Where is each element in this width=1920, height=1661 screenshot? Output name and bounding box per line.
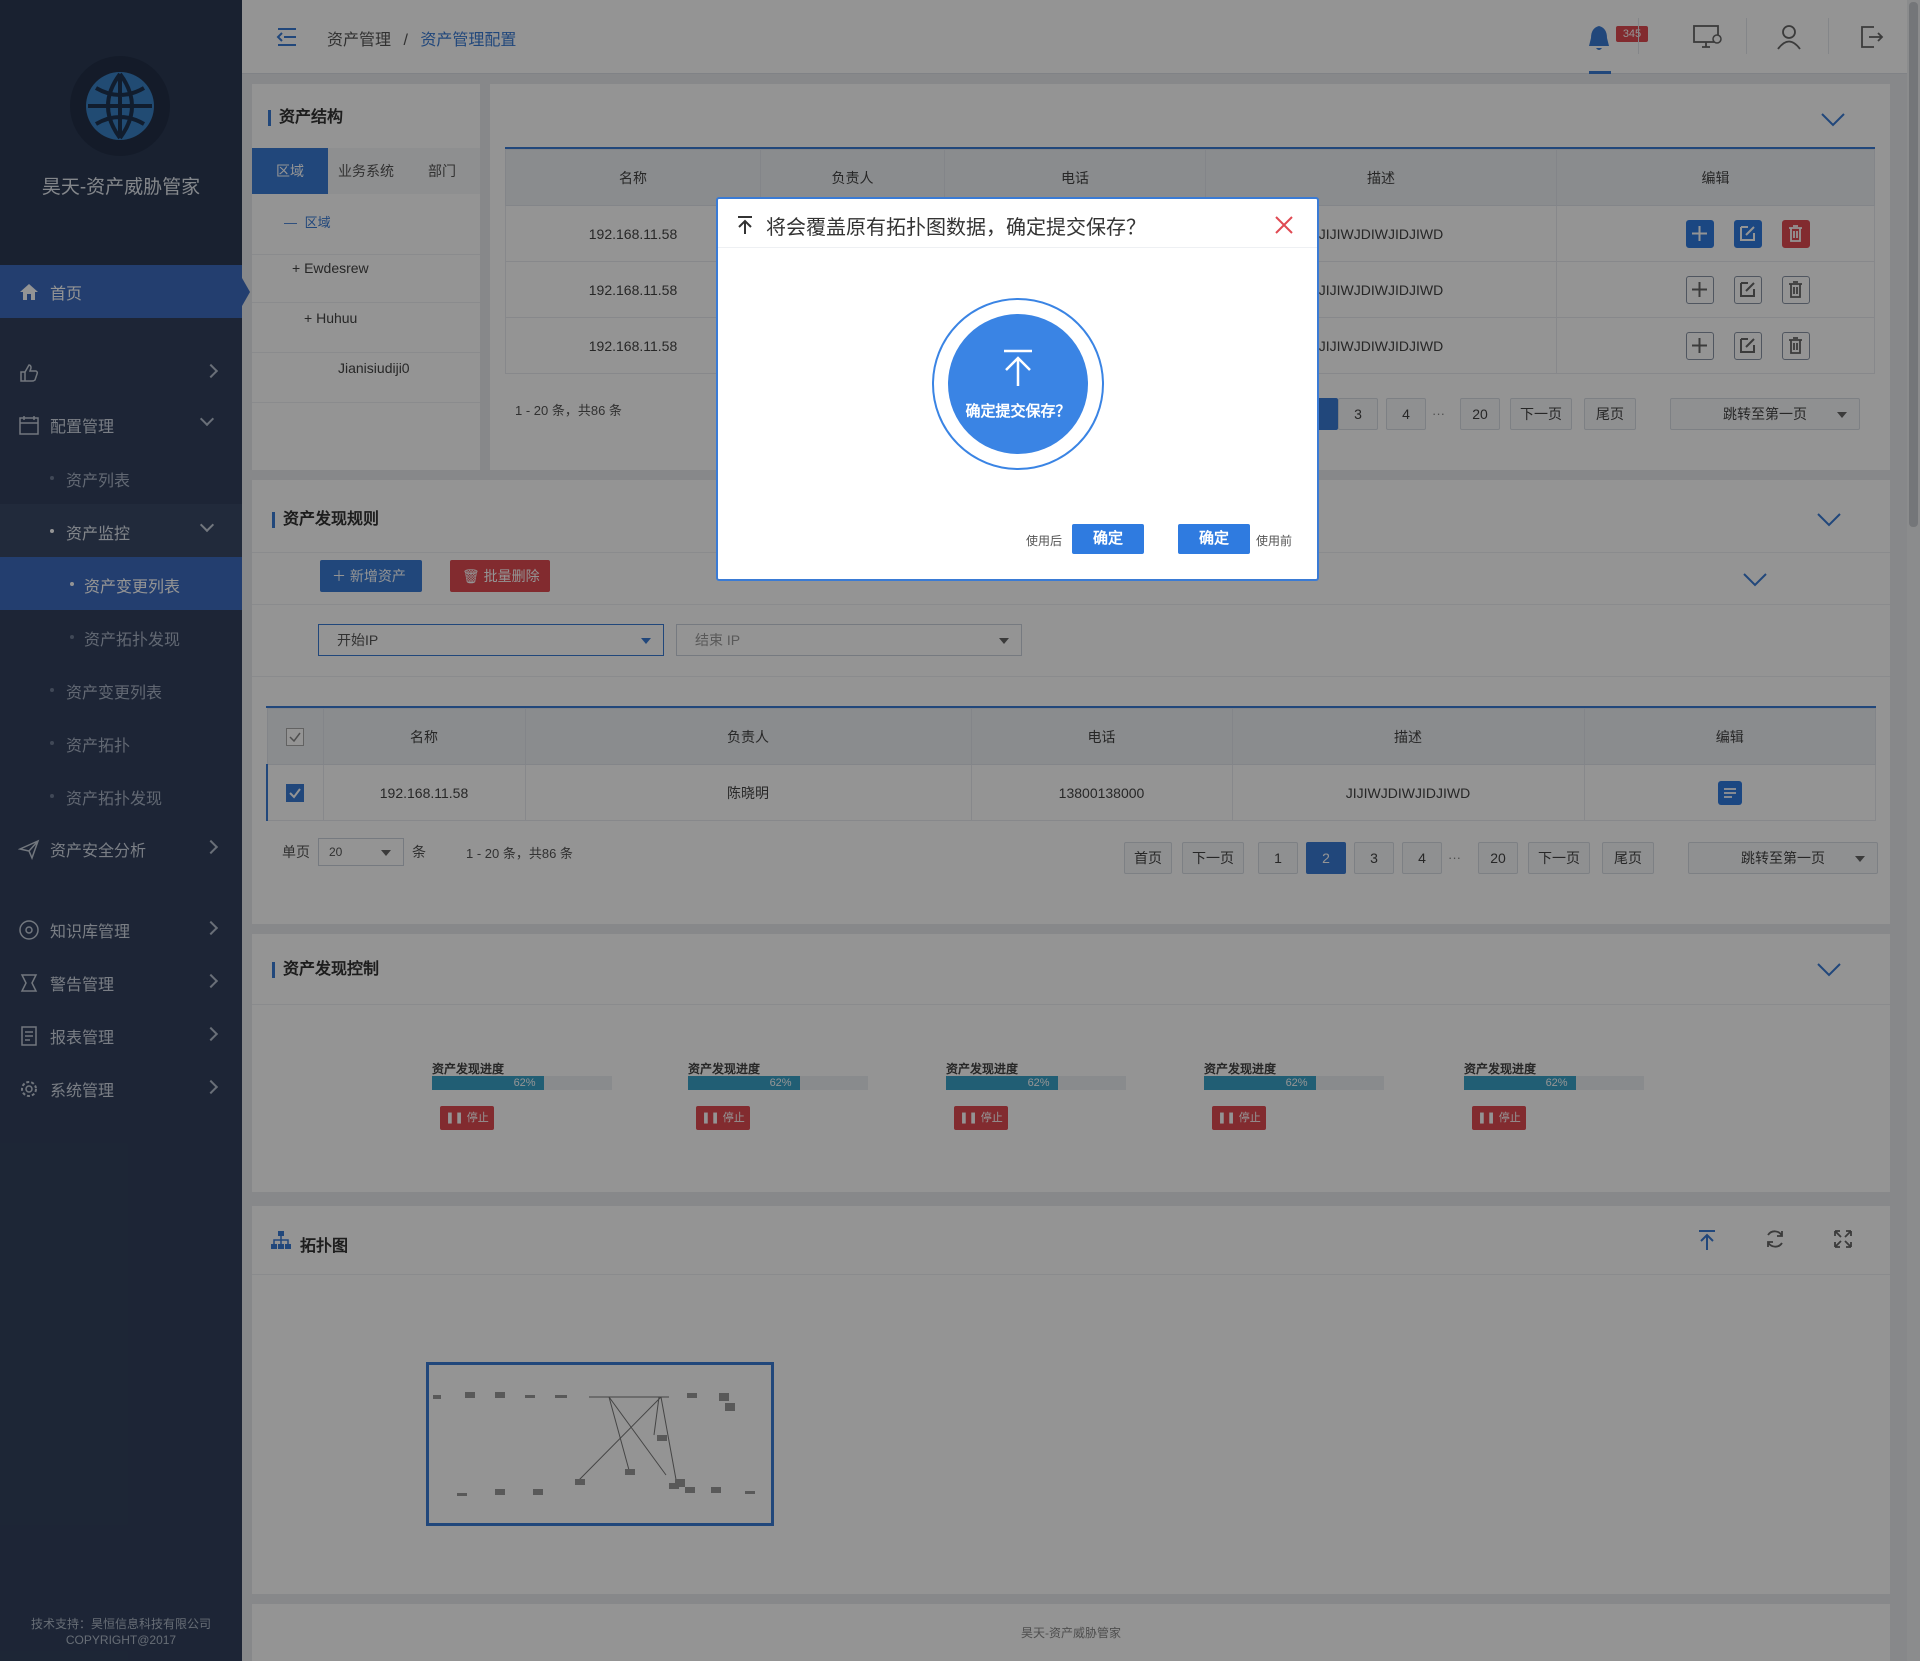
- before-label: 使用前: [1256, 534, 1293, 548]
- confirm-after-button[interactable]: 确定: [1072, 524, 1144, 554]
- confirm-before-button[interactable]: 确定: [1178, 524, 1250, 554]
- close-icon[interactable]: [1272, 213, 1296, 237]
- confirm-disc-label: 确定提交保存？: [965, 403, 1071, 420]
- upload-icon: [738, 216, 752, 234]
- after-label: 使用后: [1026, 534, 1063, 548]
- confirm-disc[interactable]: 确定提交保存？: [948, 314, 1088, 454]
- upload-icon: [1004, 349, 1032, 386]
- dialog-divider: [718, 247, 1317, 248]
- confirm-save-dialog: 将会覆盖原有拓扑图数据，确定提交保存？ 确定提交保存？ 使用后 确定 确定 使用…: [716, 197, 1319, 581]
- dialog-title: 将会覆盖原有拓扑图数据，确定提交保存？: [766, 217, 1146, 239]
